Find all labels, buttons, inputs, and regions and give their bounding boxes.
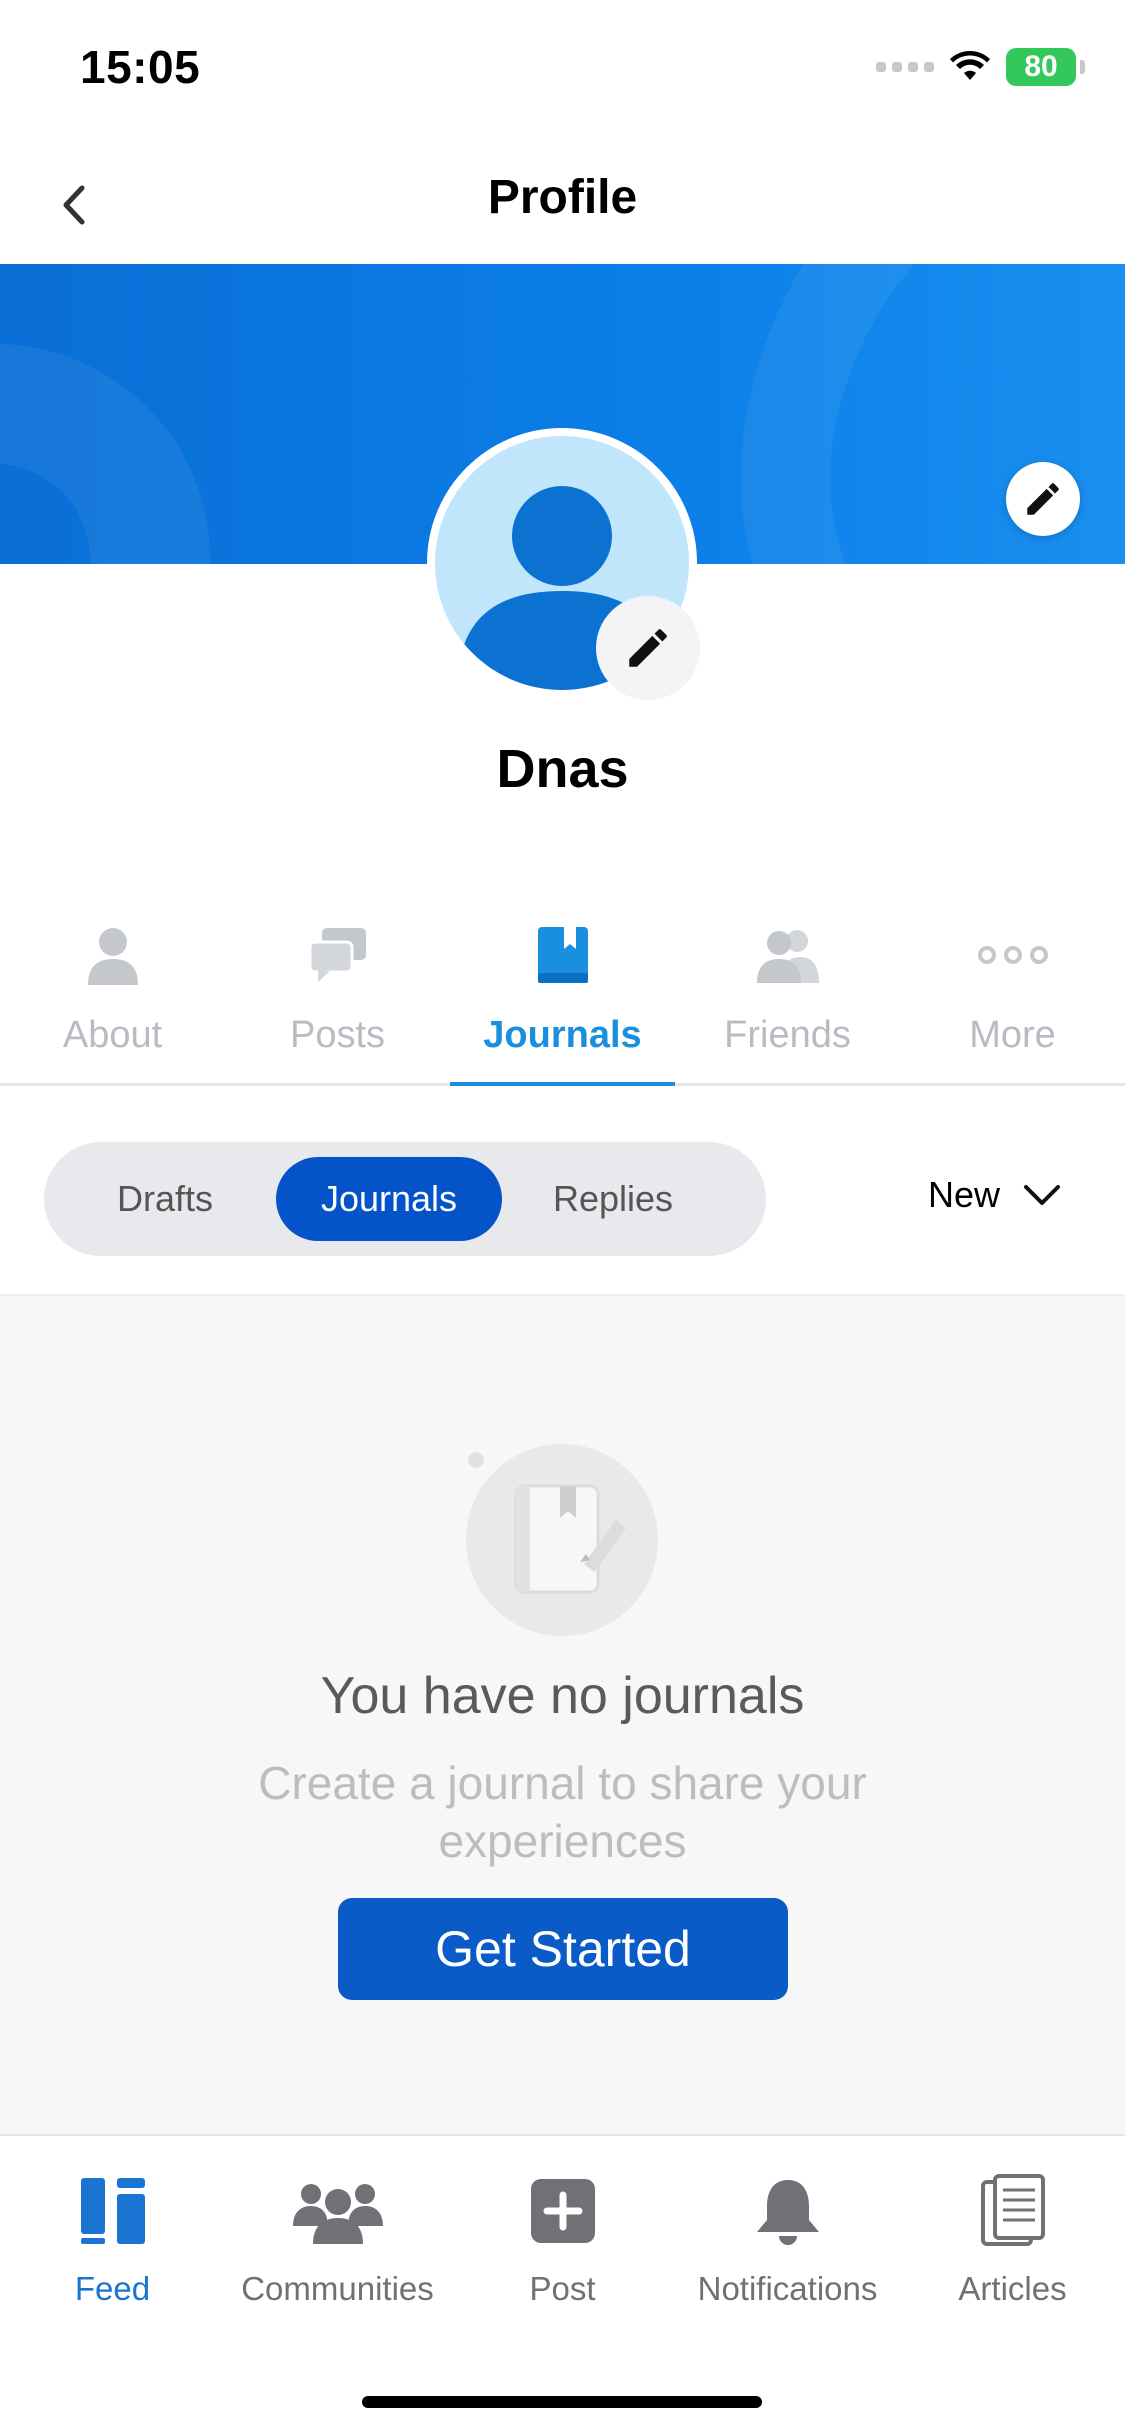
person-icon <box>85 910 141 1000</box>
journal-filter-row: Drafts Journals Replies New <box>0 1086 1125 1296</box>
empty-state-subtitle: Create a journal to share your experienc… <box>258 1757 867 1867</box>
bottom-tab-communities[interactable]: Communities <box>225 2136 450 2436</box>
bottom-tab-articles[interactable]: Articles <box>900 2136 1125 2436</box>
tab-label: Friends <box>724 1014 851 1056</box>
bottom-tab-feed[interactable]: Feed <box>0 2136 225 2436</box>
tab-about[interactable]: About <box>0 890 225 1083</box>
tab-friends[interactable]: Friends <box>675 890 900 1083</box>
empty-state-title: You have no journals <box>320 1667 805 1725</box>
status-time: 15:05 <box>80 41 201 93</box>
bottom-tab-post[interactable]: Post <box>450 2136 675 2436</box>
status-icons: 80 <box>876 48 1085 86</box>
tab-label: Journals <box>483 1014 642 1056</box>
pencil-icon <box>1027 483 1059 515</box>
journal-writing-icon <box>514 1484 626 1594</box>
bottom-tab-label: Feed <box>74 2270 151 2307</box>
tab-journals[interactable]: Journals <box>450 890 675 1086</box>
battery-icon: 80 <box>1006 48 1076 86</box>
get-started-button[interactable]: Get Started <box>338 1898 788 2000</box>
bell-icon <box>753 2166 823 2256</box>
chat-bubbles-icon <box>308 910 368 1000</box>
profile-name: Dnas <box>496 739 629 799</box>
pencil-icon <box>629 629 667 667</box>
bottom-tab-bar: Feed Communities Post Notifications Arti… <box>0 2134 1125 2436</box>
bottom-tab-label: Articles <box>958 2270 1067 2307</box>
page-title: Profile <box>487 171 638 224</box>
book-icon <box>536 910 590 1000</box>
battery-level: 80 <box>1024 50 1058 83</box>
sort-dropdown[interactable]: New <box>928 1174 1062 1216</box>
wifi-icon <box>950 51 990 80</box>
battery-cap <box>1080 60 1085 74</box>
sort-label: New <box>928 1174 1001 1215</box>
bottom-tab-label: Communities <box>241 2270 434 2307</box>
banner-decoration <box>0 344 210 564</box>
tab-label: Posts <box>289 1014 386 1056</box>
more-dots-icon <box>977 910 1049 1000</box>
home-indicator[interactable] <box>362 2396 762 2408</box>
feed-icon <box>79 2166 147 2256</box>
add-post-icon <box>530 2166 595 2256</box>
articles-icon <box>980 2166 1045 2256</box>
profile-tabs: About Posts Journals Friends More <box>0 890 1125 1086</box>
bottom-tab-notifications[interactable]: Notifications <box>675 2136 900 2436</box>
journal-segmented-control: Drafts Journals Replies <box>44 1142 766 1256</box>
tab-posts[interactable]: Posts <box>225 890 450 1083</box>
segment-replies[interactable]: Replies <box>502 1157 724 1241</box>
status-bar: 15:05 80 <box>0 0 1125 132</box>
edit-cover-button[interactable] <box>1006 462 1080 536</box>
tab-more[interactable]: More <box>900 890 1125 1083</box>
bottom-tab-label: Post <box>529 2270 596 2307</box>
friends-icon <box>756 910 819 1000</box>
edit-avatar-button[interactable] <box>596 596 700 700</box>
communities-icon <box>292 2166 383 2256</box>
tab-label: About <box>62 1014 163 1056</box>
tab-label: More <box>969 1014 1056 1056</box>
segment-journals[interactable]: Journals <box>276 1157 502 1241</box>
empty-journal-illustration <box>466 1444 658 1636</box>
cellular-signal-icon <box>876 62 934 72</box>
navigation-bar: Profile <box>0 132 1125 264</box>
chevron-down-icon <box>1024 1185 1061 1205</box>
segment-drafts[interactable]: Drafts <box>54 1157 276 1241</box>
empty-state: You have no journals Create a journal to… <box>0 1296 1125 2134</box>
bottom-tab-label: Notifications <box>697 2270 878 2307</box>
